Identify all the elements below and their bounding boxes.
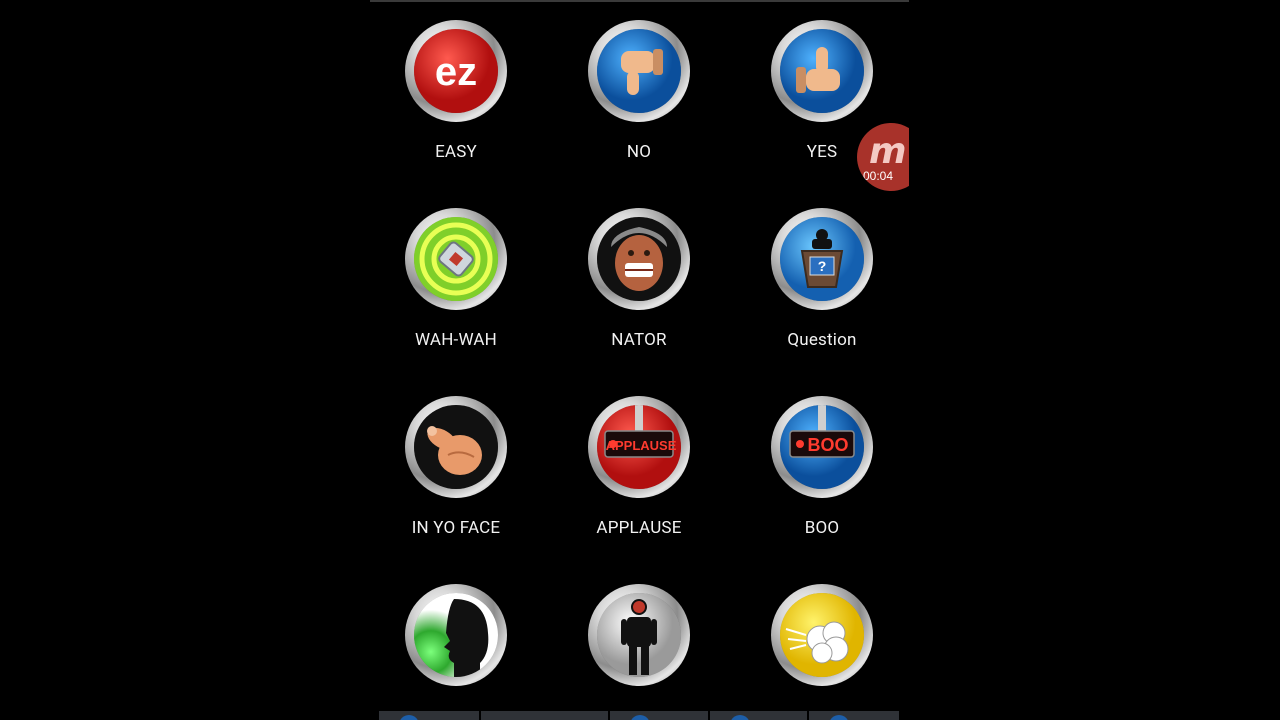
toolbar-tab[interactable] xyxy=(610,711,708,720)
standing-man-icon xyxy=(597,593,681,677)
sound-button-silhouette[interactable] xyxy=(370,564,554,720)
tab-icon xyxy=(630,715,650,720)
button-label: NO xyxy=(626,142,652,162)
chrome-ring: ez xyxy=(405,20,507,122)
fart-cloud-icon xyxy=(780,593,864,677)
recording-timer: 00:04 xyxy=(863,169,894,183)
silhouette-head-icon xyxy=(414,593,498,677)
tab-icon xyxy=(730,715,750,720)
svg-text:BOO: BOO xyxy=(807,435,848,455)
sound-button-fart-cloud[interactable] xyxy=(736,564,909,720)
chrome-ring xyxy=(405,396,507,498)
podium-question-icon: ? xyxy=(780,217,864,301)
toolbar-tab[interactable] xyxy=(379,711,479,720)
chrome-ring xyxy=(771,20,873,122)
sound-button-standing-man[interactable] xyxy=(553,564,737,720)
chrome-ring xyxy=(588,208,690,310)
toolbar-tab[interactable] xyxy=(809,711,899,720)
button-label: IN YO FACE xyxy=(411,518,501,538)
sound-button-no[interactable]: NO xyxy=(553,0,737,170)
tab-icon xyxy=(829,715,849,720)
sound-button-applause[interactable]: APPLAUSE APPLAUSE xyxy=(553,376,737,546)
chrome-ring xyxy=(405,584,507,686)
sound-button-boo[interactable]: BOO BOO xyxy=(736,376,909,546)
tab-icon xyxy=(399,715,419,720)
svg-text:ez: ez xyxy=(435,50,477,94)
recorder-logo-icon: m xyxy=(869,131,907,172)
sound-button-nator[interactable]: NATOR xyxy=(553,188,737,358)
chrome-ring xyxy=(588,20,690,122)
button-label: NATOR xyxy=(611,330,667,350)
button-label: WAH-WAH xyxy=(415,330,497,350)
toolbar-tab[interactable] xyxy=(481,711,608,720)
trumpet-mute-icon xyxy=(414,217,498,301)
svg-text:?: ? xyxy=(818,258,827,274)
button-label: APPLAUSE xyxy=(596,518,682,538)
screaming-face-icon xyxy=(597,217,681,301)
sound-button-question[interactable]: ? Question xyxy=(736,188,909,358)
button-label: EASY xyxy=(435,142,477,162)
toolbar-tab[interactable] xyxy=(710,711,807,720)
sound-button-in-yo-face[interactable]: IN YO FACE xyxy=(370,376,554,546)
sound-button-wah-wah[interactable]: WAH-WAH xyxy=(370,188,554,358)
thumbs-down-icon xyxy=(597,29,681,113)
thumbs-up-icon xyxy=(780,29,864,113)
sound-button-easy[interactable]: ez EASY xyxy=(370,0,554,170)
button-label: Question xyxy=(787,330,857,350)
applause-sign-icon: APPLAUSE xyxy=(597,405,681,489)
pointing-finger-icon xyxy=(414,405,498,489)
bottom-toolbar xyxy=(370,711,909,720)
ez-logo-icon: ez xyxy=(414,29,498,113)
chrome-ring xyxy=(771,584,873,686)
button-label: BOO xyxy=(804,518,840,538)
chrome-ring xyxy=(588,584,690,686)
sound-button-grid: ez EASY NO YES WAH-WAH NATOR ? Question … xyxy=(370,0,909,720)
screen-recorder-badge[interactable]: m 00:04 xyxy=(857,123,909,191)
chrome-ring: ? xyxy=(771,208,873,310)
boo-sign-icon: BOO xyxy=(780,405,864,489)
app-screen: ez EASY NO YES WAH-WAH NATOR ? Question … xyxy=(370,0,909,720)
chrome-ring xyxy=(405,208,507,310)
chrome-ring: BOO xyxy=(771,396,873,498)
chrome-ring: APPLAUSE xyxy=(588,396,690,498)
